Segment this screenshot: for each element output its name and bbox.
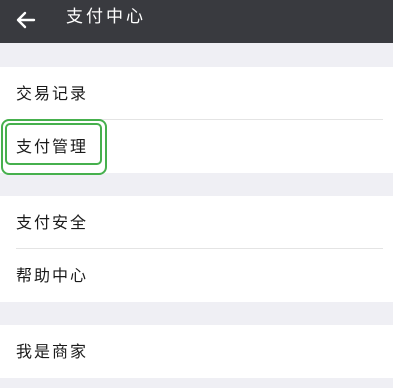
menu-group-2: 支付安全 帮助中心 xyxy=(0,196,393,302)
highlight-inner-border xyxy=(5,123,102,165)
page-title: 支付中心 xyxy=(66,7,146,27)
top-bar: 支付中心 xyxy=(0,0,393,43)
menu-group-3: 我是商家 xyxy=(0,325,393,378)
menu-item-payment-security[interactable]: 支付安全 xyxy=(0,196,393,249)
menu-item-transaction-records[interactable]: 交易记录 xyxy=(0,67,393,120)
bottom-divider xyxy=(0,378,393,388)
menu-item-help-center[interactable]: 帮助中心 xyxy=(0,249,393,302)
arrow-left-icon xyxy=(16,11,36,29)
menu-item-i-am-merchant[interactable]: 我是商家 xyxy=(0,325,393,378)
back-button[interactable] xyxy=(12,6,40,34)
